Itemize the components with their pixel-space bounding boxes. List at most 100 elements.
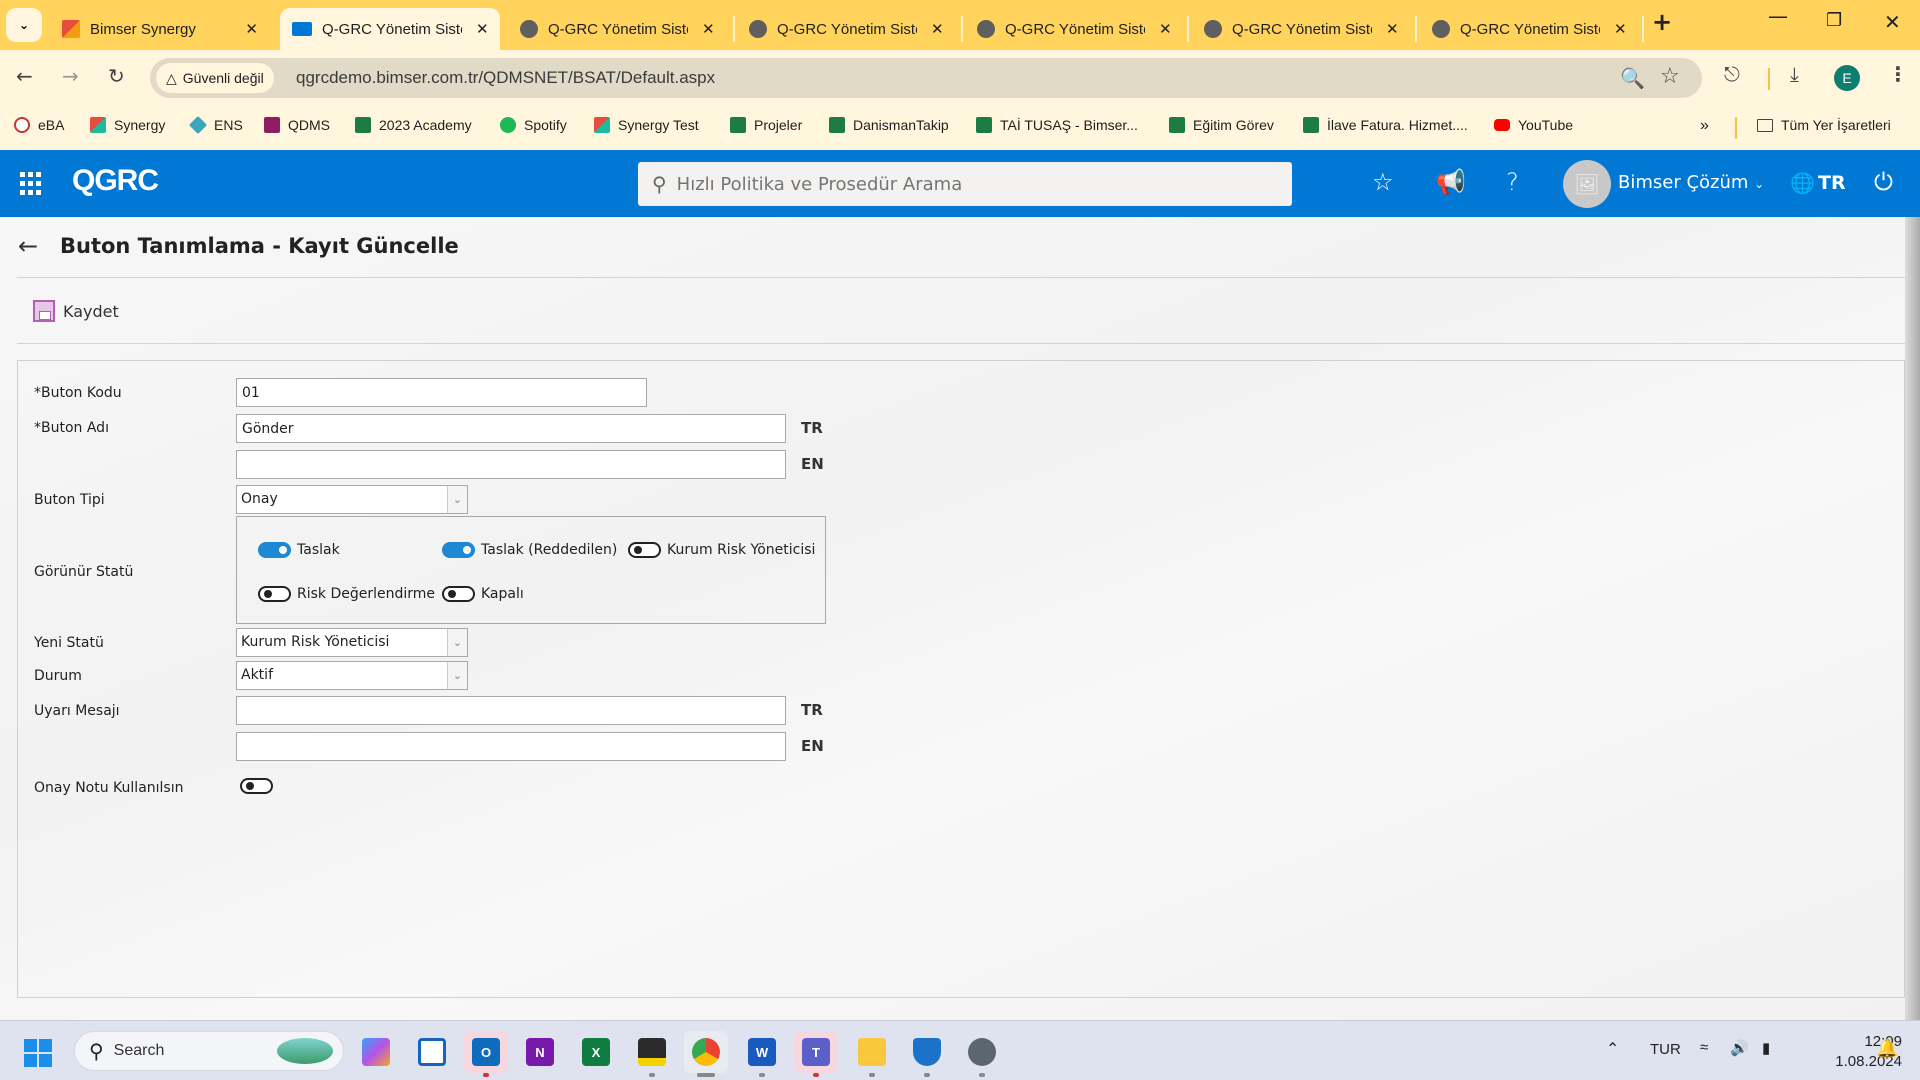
browser-tab[interactable]: Q-GRC Yönetim Sistemi ✕ xyxy=(1192,8,1414,50)
browser-tab[interactable]: Q-GRC Yönetim Sistemi ✕ xyxy=(965,8,1187,50)
taskbar-app-file-explorer[interactable] xyxy=(850,1031,894,1077)
toggle-switch-off[interactable] xyxy=(628,542,661,558)
windows-start-icon[interactable] xyxy=(24,1039,52,1067)
taskbar-search[interactable]: ⚲ Search xyxy=(74,1031,344,1071)
browser-menu-icon[interactable]: ⋮ xyxy=(1888,62,1908,86)
bookmark-item[interactable]: Spotify xyxy=(500,117,567,133)
download-icon[interactable]: ⤓ xyxy=(1790,62,1799,86)
zoom-icon[interactable]: 🔍 xyxy=(1620,66,1645,90)
new-tab-button[interactable]: + xyxy=(1652,8,1672,36)
all-bookmarks-button[interactable]: Tüm Yer İşaretleri xyxy=(1757,117,1891,133)
battery-icon[interactable]: ▮ xyxy=(1762,1039,1770,1057)
input-language[interactable]: TUR xyxy=(1650,1041,1681,1058)
warning-message-tr-input[interactable] xyxy=(236,696,786,725)
bookmark-item[interactable]: TAİ TUSAŞ - Bimser... xyxy=(976,117,1138,133)
qgrc-logo[interactable]: QGRC xyxy=(72,164,159,198)
minimize-button[interactable]: — xyxy=(1768,4,1788,28)
bookmark-item[interactable]: Synergy Test xyxy=(594,117,699,133)
bookmark-item[interactable]: İlave Fatura. Hizmet.... xyxy=(1303,117,1468,133)
wifi-icon[interactable]: ≈ xyxy=(1700,1039,1708,1056)
taskbar-app-outlook[interactable]: O xyxy=(464,1031,508,1077)
scrollbar[interactable] xyxy=(1905,217,1920,1020)
tab-search-button[interactable]: ⌄ xyxy=(6,8,42,42)
user-menu[interactable]: Bimser Çözüm ⌄ xyxy=(1618,172,1764,193)
bookmark-item[interactable]: YouTube xyxy=(1494,117,1573,133)
bookmark-item[interactable]: 2023 Academy xyxy=(355,117,472,133)
warning-message-en-input[interactable] xyxy=(236,732,786,761)
user-avatar[interactable]: 🖼 xyxy=(1563,160,1611,208)
extensions-icon[interactable]: ⎋ xyxy=(1724,62,1740,86)
bookmark-star-icon[interactable]: ☆ xyxy=(1660,64,1680,89)
toggle-switch-on[interactable] xyxy=(258,542,291,558)
taskbar-app-sticky-notes[interactable] xyxy=(630,1031,674,1077)
toggle-taslak-reddedilen[interactable]: Taslak (Reddedilen) xyxy=(442,542,617,558)
close-tab-icon[interactable]: ✕ xyxy=(245,20,258,38)
button-name-en-input[interactable] xyxy=(236,450,786,479)
more-bookmarks-button[interactable]: » xyxy=(1700,117,1709,135)
quick-search[interactable]: ⚲ xyxy=(638,162,1292,206)
button-type-select[interactable]: Onay ⌄ xyxy=(236,485,468,514)
browser-tab[interactable]: Q-GRC Yönetim Sistemi ✕ xyxy=(1420,8,1642,50)
browser-tab[interactable]: Q-GRC Yönetim Sistemi ✕ xyxy=(737,8,959,50)
back-button[interactable]: ← xyxy=(16,64,33,88)
back-arrow-icon[interactable]: ← xyxy=(18,232,38,260)
favorites-star-icon[interactable]: ☆ xyxy=(1372,168,1394,196)
volume-icon[interactable]: 🔊 xyxy=(1730,1039,1749,1057)
forward-button[interactable]: → xyxy=(62,64,79,88)
toggle-kurum-risk-yoneticisi[interactable]: Kurum Risk Yöneticisi xyxy=(628,542,815,558)
toggle-kapali[interactable]: Kapalı xyxy=(442,586,524,602)
language-selector[interactable]: TR xyxy=(1818,172,1846,194)
browser-tab-active[interactable]: Q-GRC Yönetim Sistemi ✕ xyxy=(280,8,500,50)
toggle-use-approval-note[interactable] xyxy=(240,778,273,794)
notification-bell-icon[interactable]: 🔔 xyxy=(1876,1038,1898,1059)
bookmark-item[interactable]: Eğitim Görev xyxy=(1169,117,1274,133)
bookmark-item[interactable]: Synergy xyxy=(90,117,165,133)
profile-avatar[interactable]: E xyxy=(1834,65,1860,91)
button-name-tr-input[interactable] xyxy=(236,414,786,443)
toggle-risk-degerlendirme[interactable]: Risk Değerlendirme xyxy=(258,586,435,602)
close-window-button[interactable]: ✕ xyxy=(1884,10,1901,34)
bookmark-item[interactable]: DanismanTakip xyxy=(829,117,949,133)
browser-tab[interactable]: Q-GRC Yönetim Sistemi ✕ xyxy=(508,8,730,50)
taskbar-app-settings[interactable] xyxy=(960,1031,1004,1077)
toggle-switch-off[interactable] xyxy=(258,586,291,602)
reload-button[interactable]: ↻ xyxy=(108,64,125,88)
power-logout-icon[interactable]: ⏻ xyxy=(1874,168,1893,196)
close-tab-icon[interactable]: ✕ xyxy=(702,20,715,38)
close-tab-icon[interactable]: ✕ xyxy=(1386,20,1399,38)
close-tab-icon[interactable]: ✕ xyxy=(931,20,944,38)
toggle-taslak[interactable]: Taslak xyxy=(258,542,340,558)
close-tab-icon[interactable]: ✕ xyxy=(476,20,489,38)
taskbar-app-widgets[interactable] xyxy=(410,1031,454,1073)
bookmark-item[interactable]: Projeler xyxy=(730,117,802,133)
help-icon[interactable]: ? xyxy=(1506,168,1519,196)
toggle-switch-on[interactable] xyxy=(442,542,475,558)
save-button[interactable]: Kaydet xyxy=(33,300,119,322)
toggle-switch-off[interactable] xyxy=(442,586,475,602)
toggle-switch-off[interactable] xyxy=(240,778,273,794)
new-status-select[interactable]: Kurum Risk Yöneticisi ⌄ xyxy=(236,628,468,657)
show-hidden-icons-chevron[interactable]: ⌃ xyxy=(1606,1039,1619,1059)
bookmark-item[interactable]: ENS xyxy=(188,115,243,135)
taskbar-app-copilot[interactable] xyxy=(354,1031,398,1073)
close-tab-icon[interactable]: ✕ xyxy=(1159,20,1172,38)
app-launcher-icon[interactable] xyxy=(20,172,44,196)
quick-search-input[interactable] xyxy=(676,173,1237,195)
taskbar-app-teams[interactable]: T xyxy=(794,1031,838,1077)
taskbar-app-word[interactable]: W xyxy=(740,1031,784,1077)
taskbar-app-onenote[interactable]: N xyxy=(518,1031,562,1073)
bookmark-item[interactable]: eBA xyxy=(14,117,64,133)
bookmark-item[interactable]: QDMS xyxy=(264,117,330,133)
state-select[interactable]: Aktif ⌄ xyxy=(236,661,468,690)
close-tab-icon[interactable]: ✕ xyxy=(1614,20,1627,38)
taskbar-app-chrome[interactable] xyxy=(684,1031,728,1077)
url-text[interactable]: qgrcdemo.bimser.com.tr/QDMSNET/BSAT/Defa… xyxy=(296,68,715,88)
restore-button[interactable]: ❐ xyxy=(1826,10,1842,31)
taskbar-app-defender[interactable] xyxy=(905,1031,949,1077)
announcements-megaphone-icon[interactable]: 📢 xyxy=(1436,168,1466,196)
security-chip[interactable]: △ Güvenli değil xyxy=(156,63,274,93)
browser-tab[interactable]: Bimser Synergy ✕ xyxy=(50,8,272,50)
button-code-input[interactable] xyxy=(236,378,647,407)
address-bar[interactable]: △ Güvenli değil qgrcdemo.bimser.com.tr/Q… xyxy=(150,58,1702,98)
taskbar-app-excel[interactable]: X xyxy=(574,1031,618,1073)
